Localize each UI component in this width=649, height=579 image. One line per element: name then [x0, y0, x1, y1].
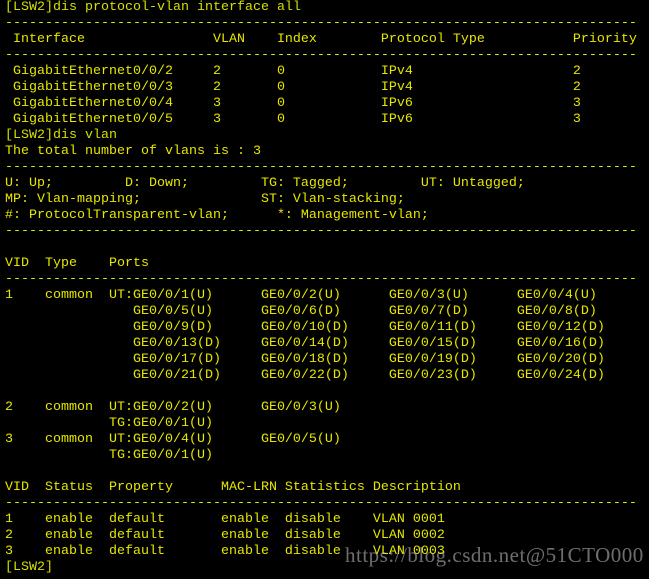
- output-line: GigabitEthernet0/0/3 2 0 IPv4 2: [5, 80, 581, 95]
- output-line: 2 enable default enable disable VLAN 000…: [5, 528, 445, 543]
- command-line: [LSW2]dis protocol-vlan interface all: [5, 0, 301, 15]
- output-line: The total number of vlans is : 3: [5, 144, 261, 159]
- output-line: GE0/0/9(D) GE0/0/10(D) GE0/0/11(D) GE0/0…: [5, 320, 605, 335]
- output-line: VID Type Ports: [5, 256, 149, 271]
- separator-line: ----------------------------------------…: [5, 48, 637, 63]
- output-line: TG:GE0/0/1(U): [5, 416, 213, 431]
- output-line: 1 enable default enable disable VLAN 000…: [5, 512, 445, 527]
- output-line: GE0/0/17(D) GE0/0/18(D) GE0/0/19(D) GE0/…: [5, 352, 605, 367]
- output-line: GigabitEthernet0/0/5 3 0 IPv6 3: [5, 112, 581, 127]
- separator-line: ----------------------------------------…: [5, 496, 637, 511]
- output-line: TG:GE0/0/1(U): [5, 448, 213, 463]
- watermark: https://blog.csdn.net@51CTO000: [345, 543, 644, 567]
- terminal-output[interactable]: [LSW2]dis protocol-vlan interface all ---…: [5, 0, 649, 579]
- separator-line: ----------------------------------------…: [5, 272, 637, 287]
- separator-line: ----------------------------------------…: [5, 224, 637, 239]
- output-line: GE0/0/21(D) GE0/0/22(D) GE0/0/23(D) GE0/…: [5, 368, 605, 383]
- separator-line: ----------------------------------------…: [5, 16, 637, 31]
- output-line: #: ProtocolTransparent-vlan; *: Manageme…: [5, 208, 429, 223]
- output-line: 3 common UT:GE0/0/4(U) GE0/0/5(U): [5, 432, 341, 447]
- separator-line: ----------------------------------------…: [5, 160, 637, 175]
- output-line: 2 common UT:GE0/0/2(U) GE0/0/3(U): [5, 400, 341, 415]
- output-line: U: Up; D: Down; TG: Tagged; UT: Untagged…: [5, 176, 525, 191]
- command-line: [LSW2]dis vlan: [5, 128, 117, 143]
- output-line: GigabitEthernet0/0/4 3 0 IPv6 3: [5, 96, 581, 111]
- output-line: GigabitEthernet0/0/2 2 0 IPv4 2: [5, 64, 581, 79]
- output-line: GE0/0/13(D) GE0/0/14(D) GE0/0/15(D) GE0/…: [5, 336, 605, 351]
- output-line: 1 common UT:GE0/0/1(U) GE0/0/2(U) GE0/0/…: [5, 288, 597, 303]
- output-line: GE0/0/5(U) GE0/0/6(D) GE0/0/7(D) GE0/0/8…: [5, 304, 597, 319]
- output-line: VID Status Property MAC-LRN Statistics D…: [5, 480, 461, 495]
- output-line: Interface VLAN Index Protocol Type Prior…: [5, 32, 637, 47]
- output-line: MP: Vlan-mapping; ST: Vlan-stacking;: [5, 192, 405, 207]
